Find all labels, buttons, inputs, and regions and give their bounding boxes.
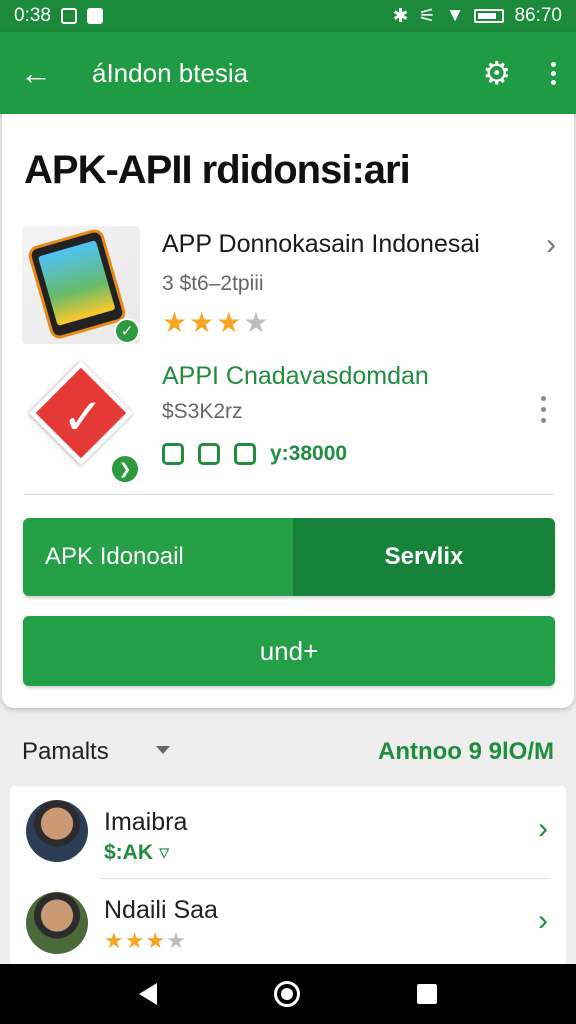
page-title: APK-APII rdidonsi:ari xyxy=(24,148,411,192)
gear-icon[interactable]: ⚙ xyxy=(482,57,511,89)
person-meta: $:AK ▿ xyxy=(104,841,170,864)
main-card: APK-APII rdidonsi:ari ✓ APP Donnokasain … xyxy=(2,114,574,708)
segmented-button: APK Idonoail Servlix xyxy=(23,518,555,596)
more-vert-icon[interactable] xyxy=(541,396,546,423)
verified-check-icon: ✓ xyxy=(114,318,140,344)
dropdown-caret-icon[interactable] xyxy=(156,746,170,754)
app-stats: y:38000 xyxy=(162,442,347,466)
status-bar: 0:38 ✱ ⚟ ▼ 86:70 xyxy=(0,0,576,32)
person-name: Ndaili Saa xyxy=(104,896,218,924)
list-item[interactable]: Ndaili Saa ★★★★ › xyxy=(10,878,566,964)
segment-apk-button[interactable]: APK Idonoail xyxy=(23,518,293,596)
battery-icon xyxy=(474,9,505,23)
app-list-item[interactable]: ✓ ❯ APPI Cnadavasdomdan $S3K2rz y:38000 xyxy=(22,358,562,484)
status-time: 0:38 xyxy=(14,5,51,26)
segment-service-button[interactable]: Servlix xyxy=(293,518,555,596)
signal-icon: ⚟ xyxy=(418,5,436,27)
avatar xyxy=(26,800,88,862)
shield-icon xyxy=(198,443,220,465)
system-nav-bar xyxy=(0,964,576,1024)
status-dot-icon: ❯ xyxy=(110,454,140,484)
lock-icon xyxy=(162,443,184,465)
arrow-left-icon[interactable]: ← xyxy=(20,57,60,89)
chevron-right-icon[interactable]: › xyxy=(546,228,556,262)
section-value: Antnoo 9 9lO/M xyxy=(378,738,554,765)
nav-recents-icon[interactable] xyxy=(417,984,438,1004)
primary-action-button[interactable]: und+ xyxy=(23,616,555,686)
rating-stars: ★★★★ xyxy=(162,307,271,338)
section-header[interactable]: Pamalts Antnoo 9 9lO/M xyxy=(22,738,554,768)
download-count: y:38000 xyxy=(270,442,348,465)
notification-icon xyxy=(60,8,77,24)
chevron-down-icon: ▿ xyxy=(158,841,170,864)
chevron-right-icon[interactable]: › xyxy=(538,812,548,846)
wifi-icon: ▼ xyxy=(445,5,465,26)
divider xyxy=(24,494,554,495)
people-list: Imaibra $:AK ▿ › Ndaili Saa ★★★★ › xyxy=(10,786,566,964)
download-count-icon xyxy=(234,443,256,465)
app-bar-title: áIndon btesia xyxy=(92,57,249,88)
status-clock-right: 86:70 xyxy=(514,5,562,26)
chevron-right-icon[interactable]: › xyxy=(538,904,548,938)
download-icon xyxy=(86,8,103,24)
nav-back-icon[interactable] xyxy=(138,983,157,1005)
section-label: Pamalts xyxy=(22,738,109,765)
nav-home-icon[interactable] xyxy=(273,981,300,1007)
avatar xyxy=(26,892,88,954)
rating-stars: ★★★★ xyxy=(104,928,187,953)
app-bar: ← áIndon btesia ⚙ xyxy=(0,32,576,114)
app-list-item[interactable]: ✓ APP Donnokasain Indonesai 3 $t6–2tpiii… xyxy=(22,222,562,346)
app-meta: 3 $t6–2tpiii xyxy=(162,272,264,295)
person-name: Imaibra xyxy=(104,808,188,836)
app-title: APPI Cnadavasdomdan xyxy=(162,362,429,390)
app-title: APP Donnokasain Indonesai xyxy=(162,230,480,258)
app-meta: $S3K2rz xyxy=(162,400,243,423)
list-item[interactable]: Imaibra $:AK ▿ › xyxy=(10,786,566,874)
more-vert-icon[interactable] xyxy=(551,61,556,85)
bluetooth-icon: ✱ xyxy=(392,5,409,27)
